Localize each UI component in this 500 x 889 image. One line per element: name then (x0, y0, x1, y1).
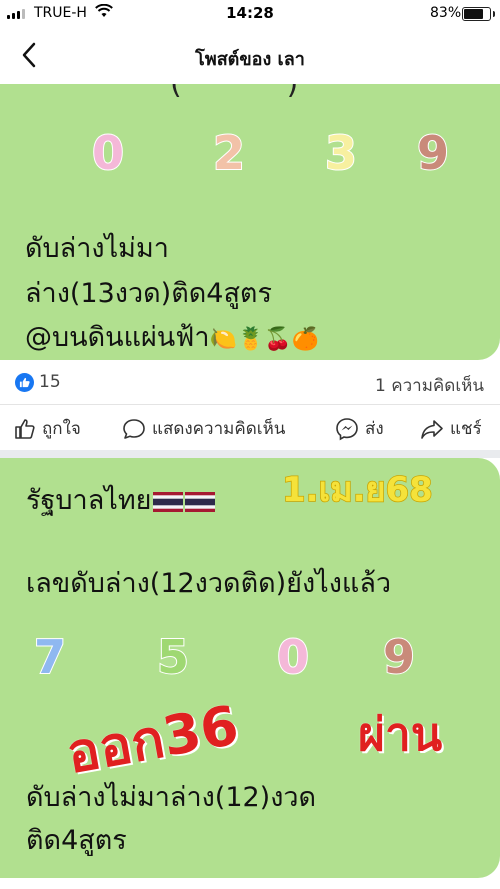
thai-flag-icon (153, 491, 184, 512)
comment-button[interactable]: แสดงความคิดเห็น (122, 415, 285, 442)
share-button[interactable]: แชร์ (420, 415, 482, 442)
battery-percentage: 83% (430, 5, 462, 21)
image-text-line: @บนดินแผ่นฟ้า🍋🍍🍒🍊 (25, 315, 319, 358)
reaction-summary: 15 1 ความคิดเห็น (0, 364, 500, 404)
lottery-digit: 9 (416, 125, 450, 181)
image-text-line: ติด4สูตร (26, 825, 127, 856)
image-text-line: ล่าง(13งวด)ติด4สูตร (25, 278, 272, 309)
next-post-edge (0, 878, 500, 889)
image-text-line: ดับล่างไม่มา (25, 233, 169, 264)
image-heading: รัฐบาลไทย (26, 478, 216, 521)
comment-bubble-icon (123, 418, 145, 439)
image-text-line: ดับล่างไม่มาล่าง(12)งวด (26, 782, 317, 813)
comment-count[interactable]: 1 ความคิดเห็น (375, 372, 484, 399)
post-divider (0, 450, 500, 458)
fruit-emoji: 🍋🍍🍒🍊 (209, 327, 320, 352)
send-button[interactable]: ส่ง (335, 415, 384, 442)
battery-icon (462, 7, 495, 21)
like-label: ถูกใจ (42, 419, 81, 439)
lottery-digit: 3 (324, 125, 358, 181)
image-text-handle: @บนดินแผ่นฟ้า (25, 322, 210, 353)
post-action-bar: ถูกใจ แสดงความคิดเห็น ส่ง แชร์ (0, 404, 500, 453)
lottery-digit: 0 (91, 125, 125, 181)
passed-stamp: ผ่าน (358, 707, 443, 761)
comment-label: แสดงความคิดเห็น (152, 419, 286, 439)
status-bar: TRUE-H 14:28 83% (0, 0, 500, 28)
lottery-digit: 0 (276, 629, 310, 685)
image-text-line: เลขดับล่าง(12งวดติด)ยังไงแล้ว (26, 568, 392, 599)
navigation-bar: โพสต์ของ เลา (0, 28, 500, 84)
like-reaction-icon (15, 373, 34, 392)
lottery-digit: 7 (33, 629, 67, 685)
like-button[interactable]: ถูกใจ (14, 415, 81, 442)
lottery-digit: 5 (156, 629, 190, 685)
send-label: ส่ง (365, 419, 384, 439)
image-heading-text: รัฐบาลไทย (26, 485, 152, 516)
messenger-icon (336, 417, 358, 440)
post-image[interactable]: ( ) 0 2 3 9 ดับล่างไม่มา ล่าง(13งวด)ติด4… (0, 84, 500, 360)
share-label: แชร์ (450, 419, 482, 439)
post-image[interactable]: รัฐบาลไทย 1.เม.ย68 เลขดับล่าง(12งวดติด)ย… (0, 458, 500, 878)
thai-flag-icon (185, 491, 216, 512)
lottery-digit: 2 (212, 125, 246, 181)
thumbs-up-icon (15, 418, 35, 439)
cropped-text-fragment: ( ) (170, 84, 298, 101)
share-arrow-icon (421, 419, 443, 439)
lottery-digit: 9 (382, 629, 416, 685)
clock: 14:28 (226, 4, 274, 22)
like-count[interactable]: 15 (39, 372, 61, 392)
draw-date: 1.เม.ย68 (281, 469, 433, 511)
page-title: โพสต์ของ เลา (195, 49, 305, 70)
